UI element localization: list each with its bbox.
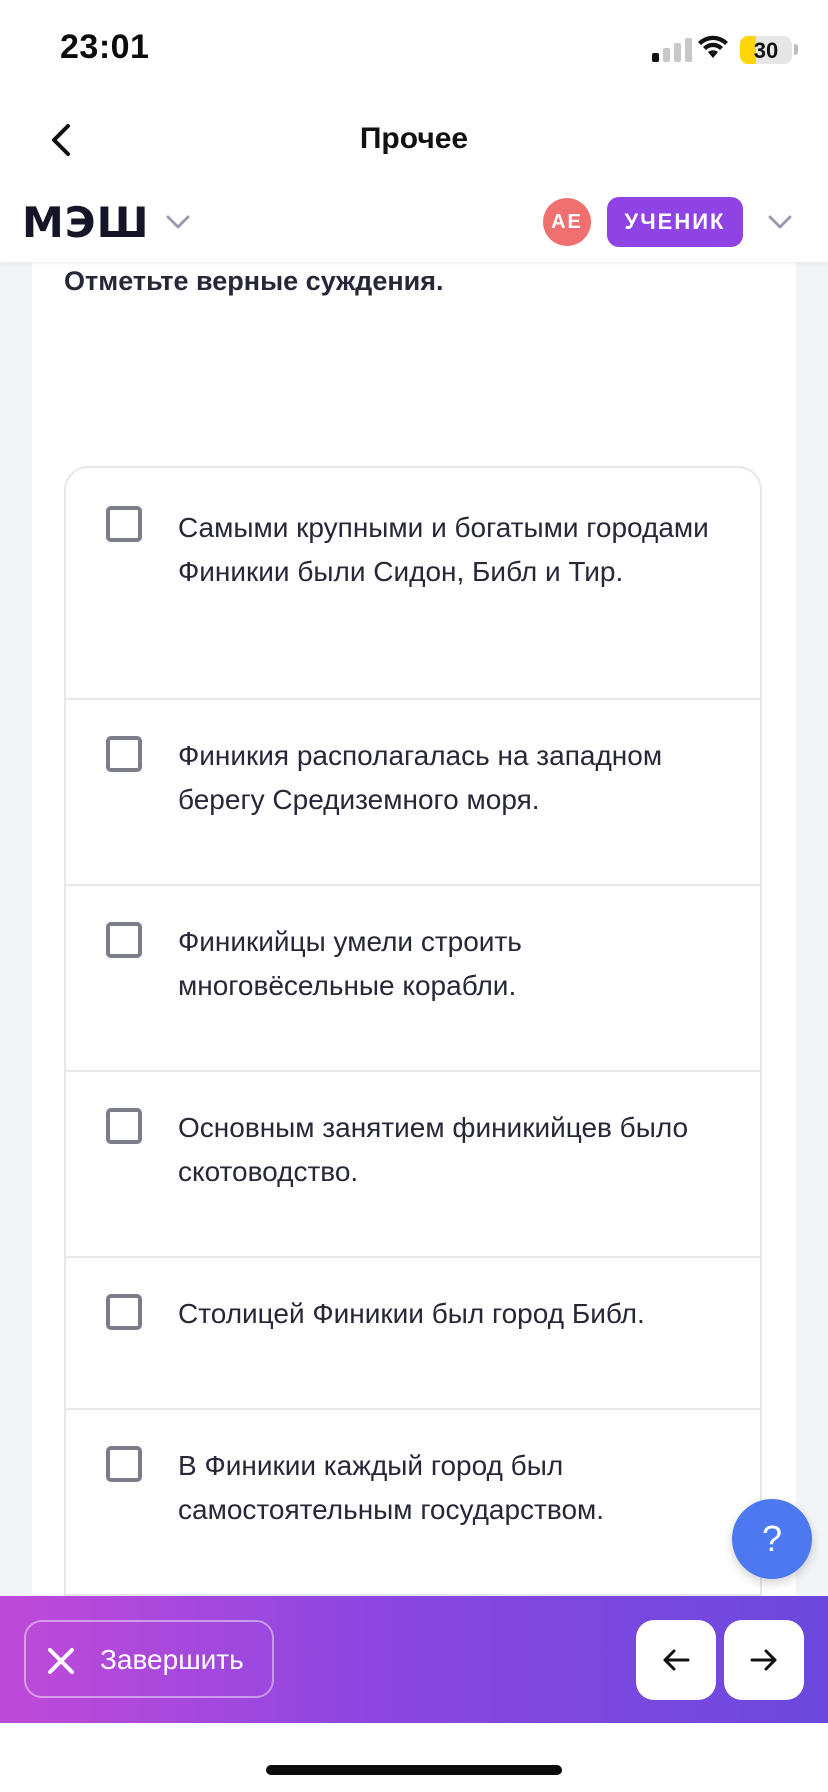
battery-icon: 30 bbox=[740, 36, 792, 64]
navigation-bar: Прочее bbox=[0, 100, 828, 180]
app-header: МЭШ АЕ УЧЕНИК bbox=[0, 180, 828, 263]
finish-label: Завершить bbox=[100, 1644, 244, 1675]
checkbox[interactable] bbox=[106, 1108, 142, 1144]
next-button[interactable] bbox=[724, 1620, 804, 1700]
checkbox[interactable] bbox=[106, 922, 142, 958]
option-item[interactable]: Самыми крупными и богатыми городами Фини… bbox=[66, 468, 760, 700]
bottom-action-bar: Завершить bbox=[0, 1596, 828, 1723]
option-item[interactable]: Финикия располагалась на западном берегу… bbox=[66, 698, 760, 886]
option-text: Столицей Финикии был город Библ. bbox=[178, 1298, 645, 1329]
option-item[interactable]: Финикийцы умели строить многовёсельные к… bbox=[66, 884, 760, 1072]
chevron-down-icon[interactable] bbox=[766, 210, 794, 234]
option-item[interactable]: Столицей Финикии был город Библ. bbox=[66, 1256, 760, 1410]
question-prompt: Отметьте верные суждения. bbox=[64, 266, 444, 296]
option-text: В Финикии каждый город был самостоятельн… bbox=[178, 1450, 605, 1525]
checkbox[interactable] bbox=[106, 1294, 142, 1330]
battery-percent: 30 bbox=[753, 38, 779, 63]
option-text: Самыми крупными и богатыми городами Фини… bbox=[178, 512, 709, 587]
home-indicator bbox=[266, 1765, 562, 1775]
chevron-down-icon[interactable] bbox=[164, 210, 192, 234]
role-badge[interactable]: УЧЕНИК bbox=[607, 197, 743, 247]
signal-icon bbox=[652, 38, 692, 62]
arrow-left-icon bbox=[663, 1649, 690, 1671]
option-text: Основным занятием финикийцев было скотов… bbox=[178, 1112, 689, 1187]
help-button[interactable]: ? bbox=[732, 1499, 812, 1579]
logo[interactable]: МЭШ bbox=[22, 198, 150, 247]
page-title: Прочее bbox=[359, 122, 469, 155]
battery-tip bbox=[794, 44, 798, 55]
previous-button[interactable] bbox=[636, 1620, 716, 1700]
close-icon bbox=[48, 1648, 74, 1674]
wifi-icon bbox=[698, 35, 728, 58]
avatar[interactable]: АЕ bbox=[543, 198, 591, 246]
checkbox[interactable] bbox=[106, 1446, 142, 1482]
checkbox[interactable] bbox=[106, 506, 142, 542]
options-list: Самыми крупными и богатыми городами Фини… bbox=[64, 466, 762, 1636]
option-item[interactable]: Основным занятием финикийцев было скотов… bbox=[66, 1070, 760, 1258]
option-item[interactable]: В Финикии каждый город был самостоятельн… bbox=[66, 1408, 760, 1596]
arrow-right-icon bbox=[750, 1649, 777, 1671]
option-text: Финикия располагалась на западном берегу… bbox=[178, 740, 663, 815]
checkbox[interactable] bbox=[106, 736, 142, 772]
finish-button[interactable]: Завершить bbox=[24, 1620, 274, 1698]
status-bar: 23:01 30 bbox=[0, 0, 828, 100]
option-text: Финикийцы умели строить многовёсельные к… bbox=[178, 926, 522, 1001]
status-time: 23:01 bbox=[60, 28, 150, 66]
